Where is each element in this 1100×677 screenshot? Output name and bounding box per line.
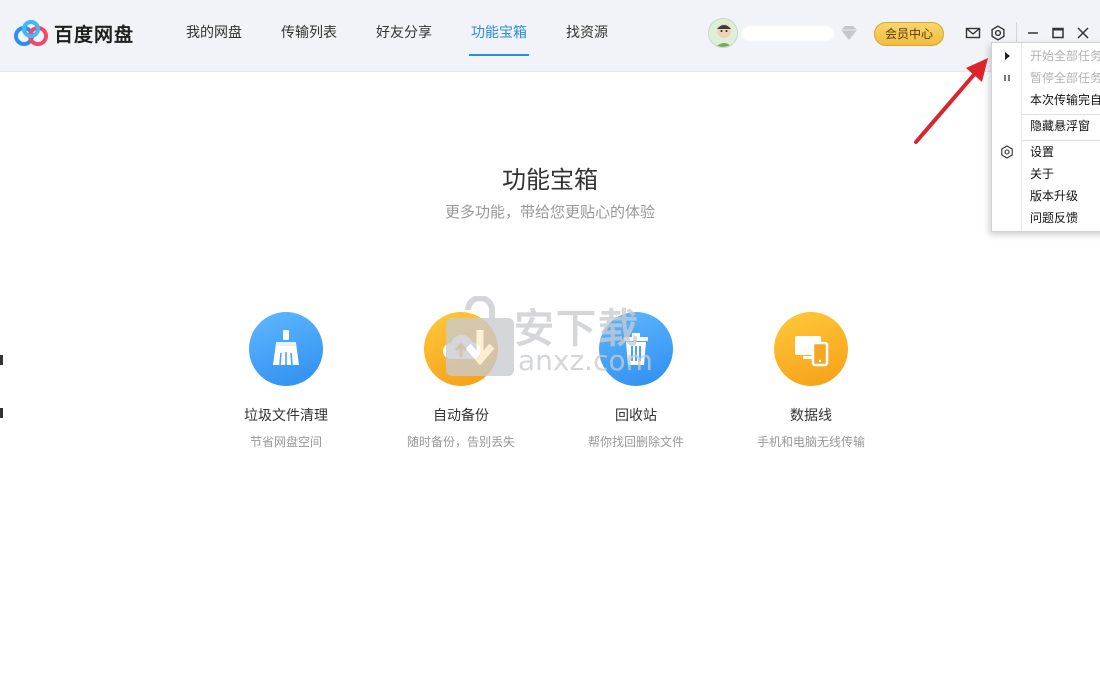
nav-my-drive[interactable]: 我的网盘: [170, 0, 258, 72]
nav-find-resources[interactable]: 找资源: [550, 0, 624, 72]
page-subtitle: 更多功能，带给您更贴心的体验: [444, 203, 655, 221]
app-window: 百度网盘 我的网盘 传输列表 好友分享 功能宝箱 找资源 会员中心 功能宝箱 更…: [0, 0, 1100, 677]
menu-divider: [1022, 114, 1100, 115]
vip-diamond-icon: [841, 26, 857, 40]
tool-desc: 节省网盘空间: [249, 435, 322, 449]
minimize-icon[interactable]: [1024, 24, 1042, 42]
maximize-icon[interactable]: [1049, 24, 1067, 42]
menu-feedback[interactable]: 问题反馈: [1030, 208, 1100, 228]
titlebar-separator: [1016, 22, 1017, 44]
settings-gear-icon[interactable]: [989, 24, 1007, 42]
close-icon[interactable]: [1074, 24, 1092, 42]
app-logo: 百度网盘: [14, 18, 134, 48]
watermark-shield-icon: [446, 296, 514, 376]
tool-name: 垃圾文件清理: [244, 408, 328, 424]
gear-icon: [1000, 145, 1014, 159]
nav-transfer-list[interactable]: 传输列表: [265, 0, 353, 72]
broom-icon: [249, 312, 323, 386]
page-title: 功能宝箱: [502, 166, 598, 194]
menu-about[interactable]: 关于: [1030, 164, 1100, 184]
menu-start-all-tasks[interactable]: 开始全部任务: [1030, 46, 1100, 66]
menu-version-upgrade[interactable]: 版本升级: [1030, 186, 1100, 206]
menu-divider: [1022, 140, 1100, 141]
tool-data-cable[interactable]: 数据线 手机和电脑无线传输: [736, 312, 886, 450]
nav-toolbox[interactable]: 功能宝箱: [455, 0, 543, 72]
play-icon: [1000, 49, 1014, 63]
pause-icon: [1000, 71, 1014, 85]
username-redacted: [742, 26, 834, 41]
tool-name: 自动备份: [433, 408, 489, 424]
tool-junk-cleaner[interactable]: 垃圾文件清理 节省网盘空间: [211, 312, 361, 450]
watermark-subtext: anxz.com: [518, 344, 653, 377]
tool-name: 数据线: [790, 408, 832, 424]
app-logo-text: 百度网盘: [54, 23, 135, 46]
avatar[interactable]: [708, 18, 738, 48]
nav-friend-share[interactable]: 好友分享: [360, 0, 448, 72]
phone-pc-icon: [774, 312, 848, 386]
tool-desc: 手机和电脑无线传输: [756, 435, 865, 449]
menu-shutdown-after-transfer[interactable]: 本次传输完自动关机: [1030, 90, 1100, 110]
menu-pause-all-tasks[interactable]: 暂停全部任务: [1030, 68, 1100, 88]
title-bar: 百度网盘 我的网盘 传输列表 好友分享 功能宝箱 找资源 会员中心: [0, 0, 1100, 72]
settings-dropdown-menu: 开始全部任务 暂停全部任务 本次传输完自动关机 隐藏悬浮窗 设置 关于 版本升级…: [991, 42, 1100, 232]
menu-settings[interactable]: 设置: [1030, 142, 1100, 162]
edge-mark: [0, 408, 3, 418]
vip-center-button[interactable]: 会员中心: [874, 22, 944, 46]
tool-name: 回收站: [615, 408, 657, 424]
edge-mark: [0, 355, 3, 365]
tool-desc: 帮你找回删除文件: [587, 435, 684, 449]
avatar-image: [709, 19, 737, 47]
main-nav: 我的网盘 传输列表 好友分享 功能宝箱 找资源: [170, 0, 631, 72]
baidu-cloud-logo-icon: [14, 20, 48, 46]
mail-icon[interactable]: [964, 24, 982, 42]
menu-hide-float-window[interactable]: 隐藏悬浮窗: [1030, 116, 1100, 136]
tool-desc: 随时备份，告别丢失: [406, 435, 515, 449]
watermark: 安下载 anxz.com: [440, 296, 680, 382]
